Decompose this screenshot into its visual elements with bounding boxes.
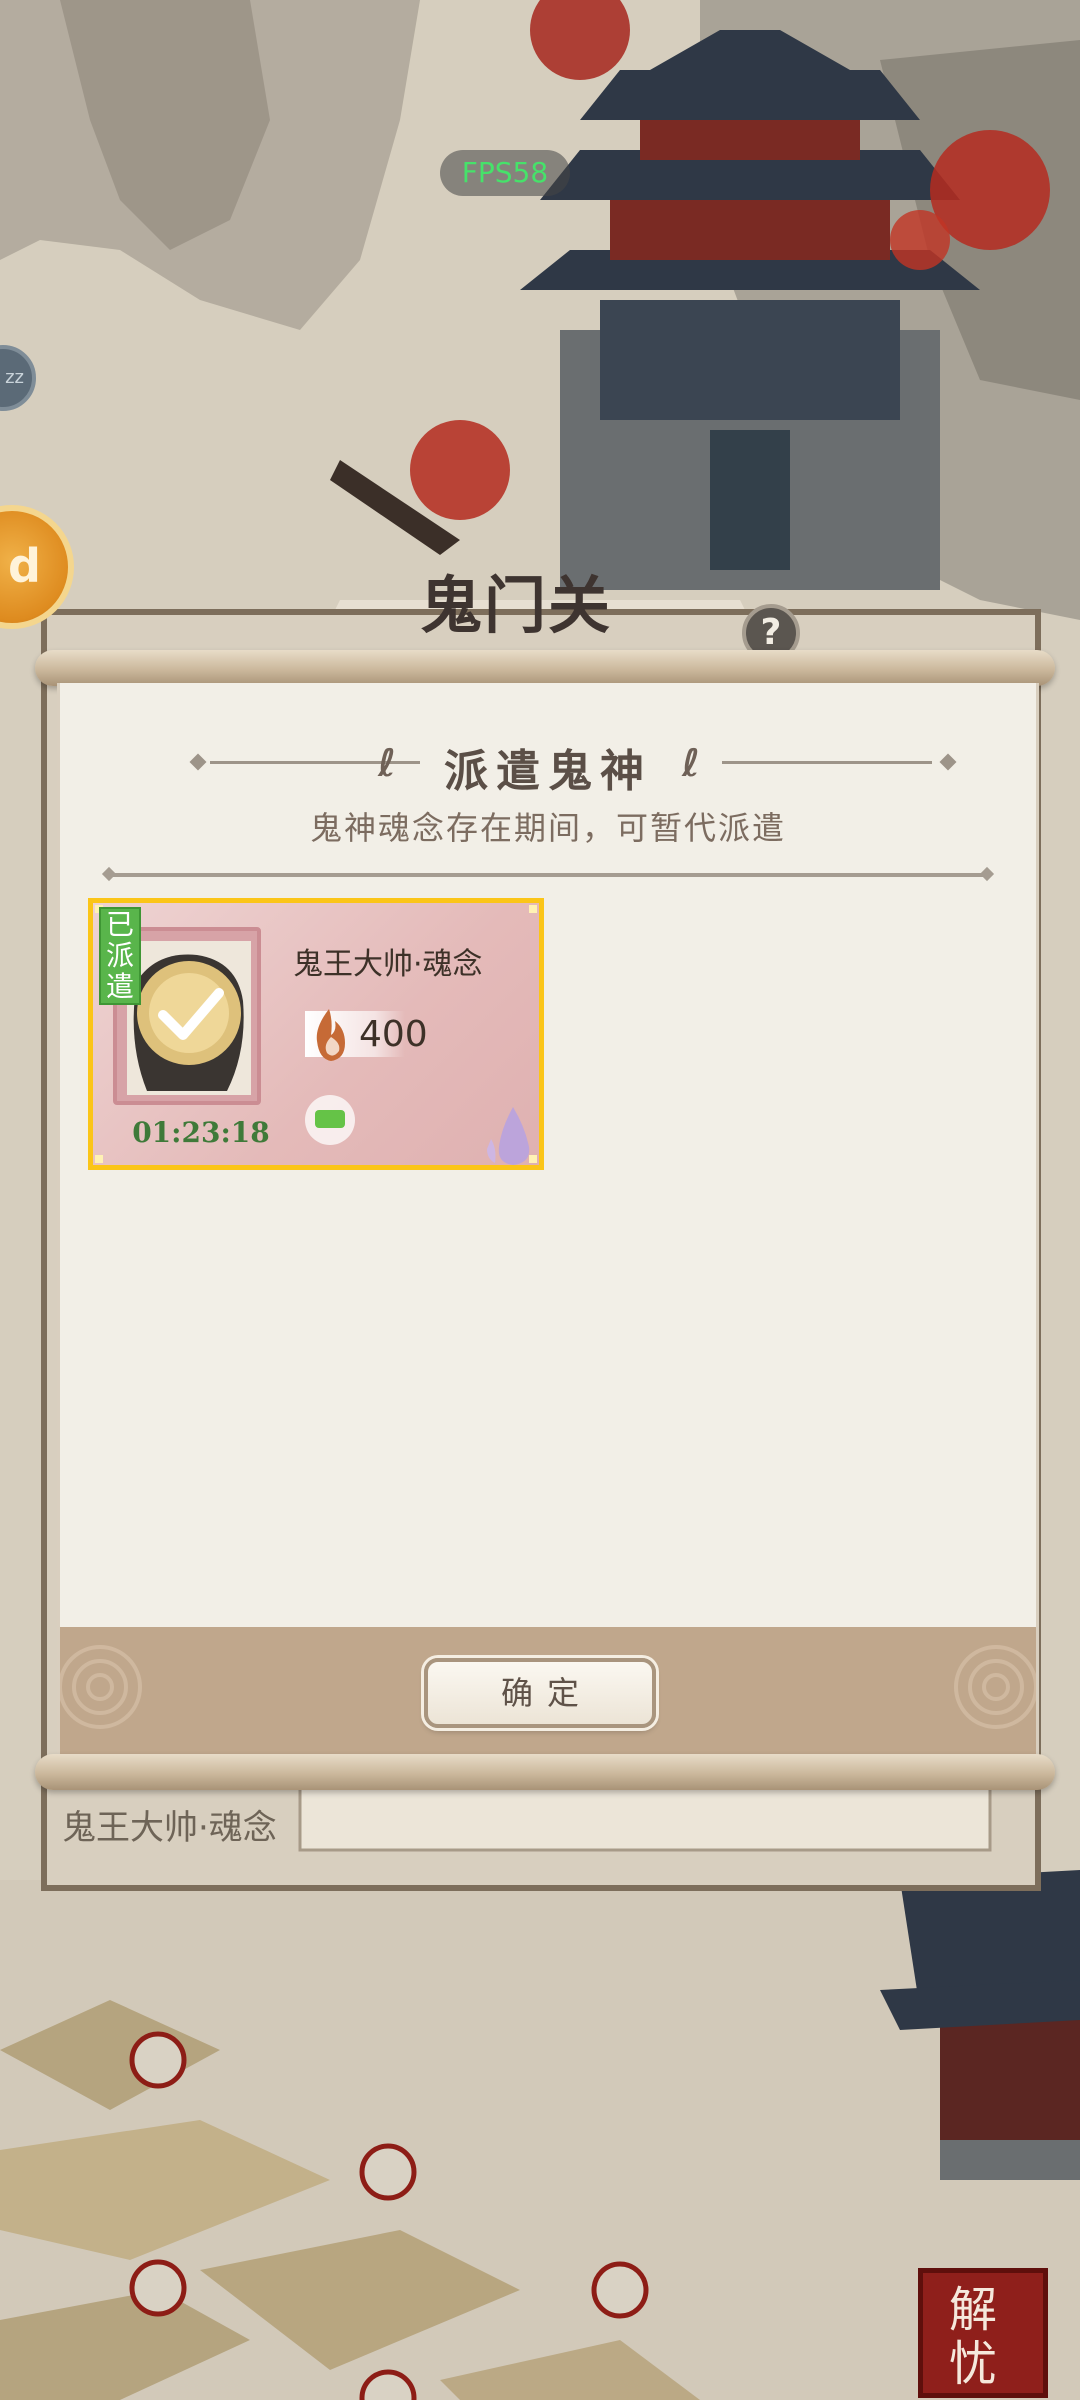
- card-corner-gem: [529, 905, 537, 913]
- sleep-icon-label: zz: [5, 367, 24, 388]
- swirl-ornament-left-icon: ℓ: [378, 741, 396, 785]
- header-divider: [108, 873, 988, 877]
- cost-value: 400: [359, 1014, 428, 1055]
- fps-counter: FPS58: [440, 150, 570, 196]
- card-corner-gem: [95, 1155, 103, 1163]
- purple-spirit-icon: [487, 1107, 530, 1165]
- location-title: 鬼门关: [420, 569, 613, 642]
- jieyou-seal-button[interactable]: 解忧: [918, 2268, 1048, 2398]
- card-timer: 01:23:18: [132, 1116, 270, 1149]
- dispatch-dialog: 派遣鬼神 ℓ ℓ 鬼神魂念存在期间，可暂代派遣 已派遣 01:23:18 鬼王大…: [57, 683, 1039, 1755]
- deployed-status-tag: 已派遣: [99, 907, 141, 1005]
- soul-flame-icon: [316, 1009, 345, 1061]
- character-portrait: [127, 941, 251, 1095]
- portrait-art: [127, 941, 251, 1095]
- background-character-name: 鬼王大帅·魂念: [62, 1808, 277, 1848]
- scroll-rod-bottom: [35, 1754, 1055, 1790]
- confirm-button[interactable]: 确定: [424, 1658, 656, 1728]
- ornament-line-right: [722, 761, 932, 764]
- scroll-rod-top: [35, 650, 1055, 686]
- chat-bubble-icon[interactable]: [305, 1095, 355, 1145]
- dialog-header: 派遣鬼神: [60, 735, 1036, 799]
- character-name: 鬼王大帅·魂念: [293, 947, 483, 982]
- dialog-subtitle: 鬼神魂念存在期间，可暂代派遣: [309, 809, 786, 847]
- character-card[interactable]: 已派遣 01:23:18 鬼王大帅·魂念 400: [88, 898, 544, 1170]
- dialog-title: 派遣鬼神: [444, 746, 652, 797]
- orange-side-glyph: d: [8, 539, 41, 593]
- swirl-ornament-right-icon: ℓ: [682, 741, 700, 785]
